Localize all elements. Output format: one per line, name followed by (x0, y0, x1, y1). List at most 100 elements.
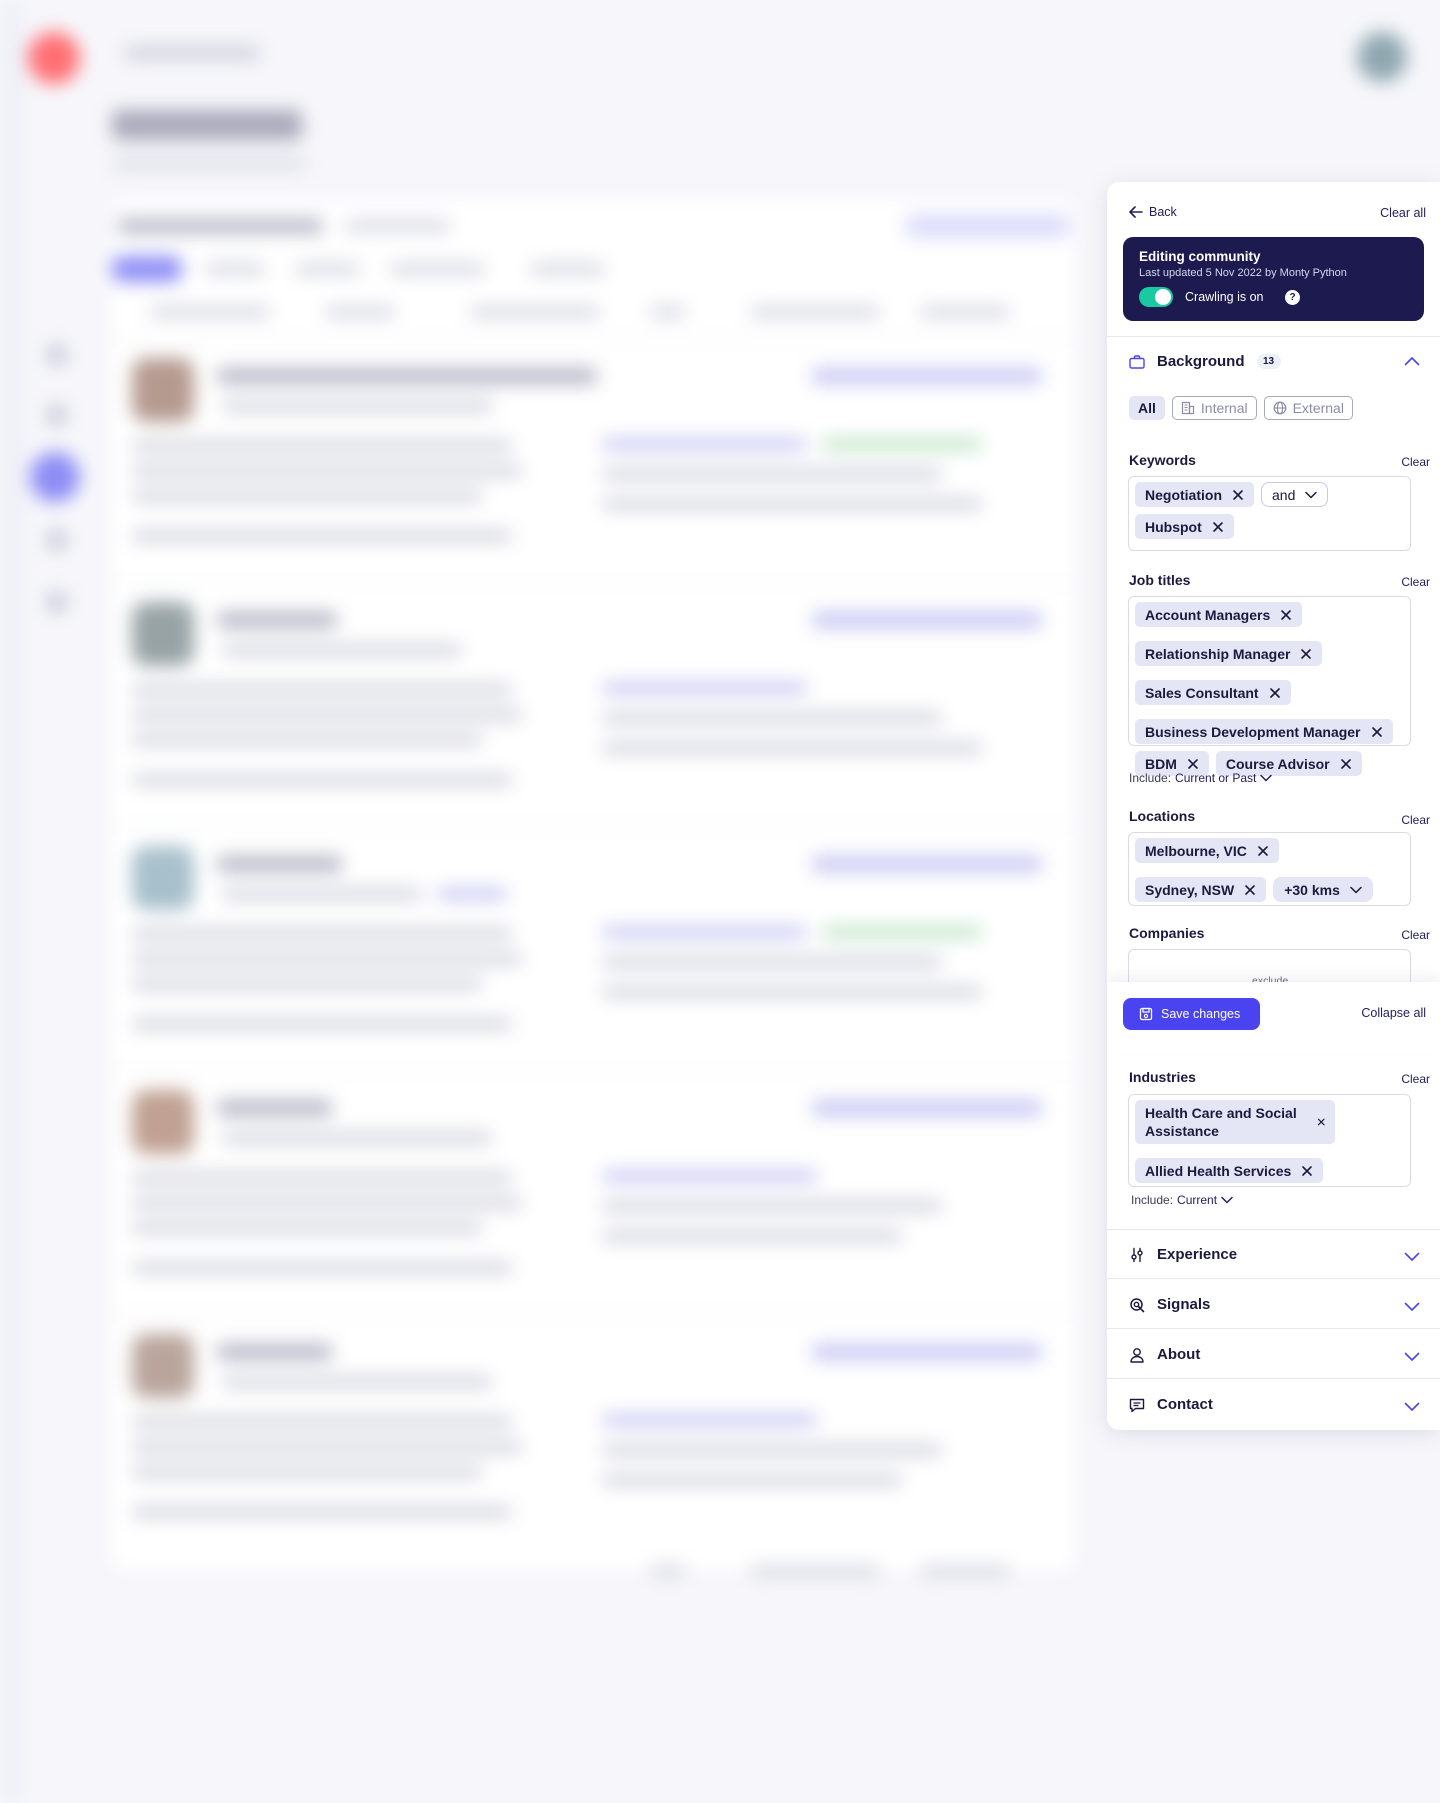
segment-all-label: All (1138, 400, 1156, 416)
chip-label: Sales Consultant (1145, 684, 1259, 701)
industries-clear-button[interactable]: Clear (1401, 1072, 1430, 1086)
rail-icon (47, 592, 67, 612)
rail-icon (47, 530, 67, 550)
close-icon[interactable] (1212, 521, 1224, 533)
chip-label: Account Managers (1145, 606, 1271, 623)
globe-icon (1273, 401, 1286, 415)
close-icon[interactable] (1340, 758, 1352, 770)
chevron-down-icon (1221, 1196, 1233, 1204)
keywords-field[interactable]: Negotiation and Hubspot (1128, 476, 1411, 551)
section-about[interactable]: About (1129, 1346, 1200, 1363)
placeholder (132, 1018, 512, 1030)
arrow-left-icon (1129, 206, 1143, 218)
section-label: Experience (1157, 1246, 1238, 1263)
source-segmented-control: All Internal External (1129, 396, 1353, 420)
placeholder (222, 1132, 492, 1144)
back-button[interactable]: Back (1129, 205, 1177, 219)
radius-dropdown[interactable]: +30 kms (1273, 877, 1373, 902)
companies-label: Companies (1129, 925, 1205, 941)
close-icon[interactable] (1301, 1165, 1313, 1177)
collapse-all-button[interactable]: Collapse all (1361, 1006, 1426, 1020)
crawling-toggle[interactable] (1139, 287, 1173, 307)
close-icon[interactable] (1244, 884, 1256, 896)
job-titles-clear-button[interactable]: Clear (1401, 575, 1430, 589)
industry-chip: Health Care and Social Assistance (1135, 1100, 1335, 1144)
locations-field[interactable]: Melbourne, VIC Sydney, NSW +30 kms (1128, 832, 1411, 906)
background-section-header[interactable]: Background 13 (1129, 353, 1281, 370)
close-icon[interactable] (1317, 1116, 1325, 1128)
editing-community-card: Editing community Last updated 5 Nov 202… (1123, 237, 1424, 321)
result-card-placeholder (112, 582, 1074, 809)
section-label: Contact (1157, 1396, 1213, 1413)
divider (1107, 1229, 1440, 1230)
job-titles-label: Job titles (1129, 572, 1191, 588)
placeholder (132, 774, 512, 786)
segment-internal[interactable]: Internal (1171, 396, 1257, 420)
segment-all[interactable]: All (1129, 396, 1165, 420)
industries-include-dropdown[interactable]: Include: Current (1131, 1193, 1233, 1207)
building-icon (1181, 401, 1194, 415)
placeholder (132, 928, 512, 940)
chip-label: Allied Health Services (1145, 1162, 1292, 1179)
placeholder (217, 856, 342, 872)
user-icon (1130, 1347, 1144, 1363)
placeholder (132, 1262, 512, 1274)
filter-placeholder (150, 306, 270, 318)
avatar (132, 602, 194, 666)
chevron-down-icon[interactable] (1404, 1302, 1420, 1312)
placeholder (132, 709, 522, 721)
segment-external[interactable]: External (1263, 396, 1353, 420)
placeholder (222, 400, 492, 412)
placeholder (217, 1344, 332, 1360)
chevron-down-icon[interactable] (1404, 1352, 1420, 1362)
results-heading-placeholder (118, 218, 323, 234)
job-titles-field[interactable]: Account Managers Relationship Manager Sa… (1128, 596, 1411, 776)
placeholder (812, 1344, 1042, 1360)
briefcase-icon (1129, 354, 1145, 369)
close-icon[interactable] (1257, 845, 1269, 857)
job-title-chip: Sales Consultant (1135, 680, 1291, 705)
keyword-operator-dropdown[interactable]: and (1261, 482, 1329, 507)
help-icon[interactable]: ? (1285, 290, 1300, 305)
companies-clear-button[interactable]: Clear (1401, 928, 1430, 942)
back-label: Back (1149, 205, 1177, 219)
close-icon[interactable] (1232, 489, 1244, 501)
section-contact[interactable]: Contact (1129, 1396, 1213, 1413)
job-titles-include-dropdown[interactable]: Include: Current or Past (1129, 771, 1273, 785)
section-signals[interactable]: Signals (1129, 1296, 1210, 1313)
chip-label: Hubspot (1145, 518, 1202, 535)
close-icon[interactable] (1300, 648, 1312, 660)
background-title: Background (1157, 353, 1245, 370)
clear-all-button[interactable]: Clear all (1380, 206, 1426, 220)
chip-label: Course Advisor (1225, 755, 1330, 772)
tab-placeholder (295, 263, 360, 275)
keywords-clear-button[interactable]: Clear (1401, 455, 1430, 469)
chip-label: Negotiation (1145, 486, 1222, 503)
chevron-down-icon[interactable] (1404, 1402, 1420, 1412)
chevron-down-icon[interactable] (1404, 1252, 1420, 1262)
placeholder (132, 1506, 512, 1518)
chip-label: Relationship Manager (1145, 645, 1291, 662)
close-icon[interactable] (1269, 687, 1281, 699)
locations-label: Locations (1129, 808, 1196, 824)
close-icon[interactable] (1371, 726, 1383, 738)
placeholder (602, 926, 807, 938)
section-experience[interactable]: Experience (1129, 1246, 1237, 1263)
editing-meta: Last updated 5 Nov 2022 by Monty Python (1139, 267, 1347, 279)
industries-field[interactable]: Health Care and Social Assistance Allied… (1128, 1094, 1411, 1187)
placeholder (812, 612, 1042, 628)
placeholder (132, 684, 512, 696)
pagination-placeholder (920, 1565, 1010, 1577)
chevron-up-icon[interactable] (1404, 356, 1420, 366)
save-changes-button[interactable]: Save changes (1123, 998, 1260, 1030)
locations-clear-button[interactable]: Clear (1401, 813, 1430, 827)
user-avatar (1357, 32, 1407, 82)
placeholder (132, 1172, 512, 1184)
placeholder (132, 1466, 482, 1478)
industries-label: Industries (1129, 1069, 1196, 1085)
close-icon[interactable] (1187, 758, 1199, 770)
include-prefix: Include: (1131, 1193, 1174, 1207)
placeholder (132, 1441, 522, 1453)
placeholder (217, 612, 337, 628)
close-icon[interactable] (1280, 609, 1292, 621)
